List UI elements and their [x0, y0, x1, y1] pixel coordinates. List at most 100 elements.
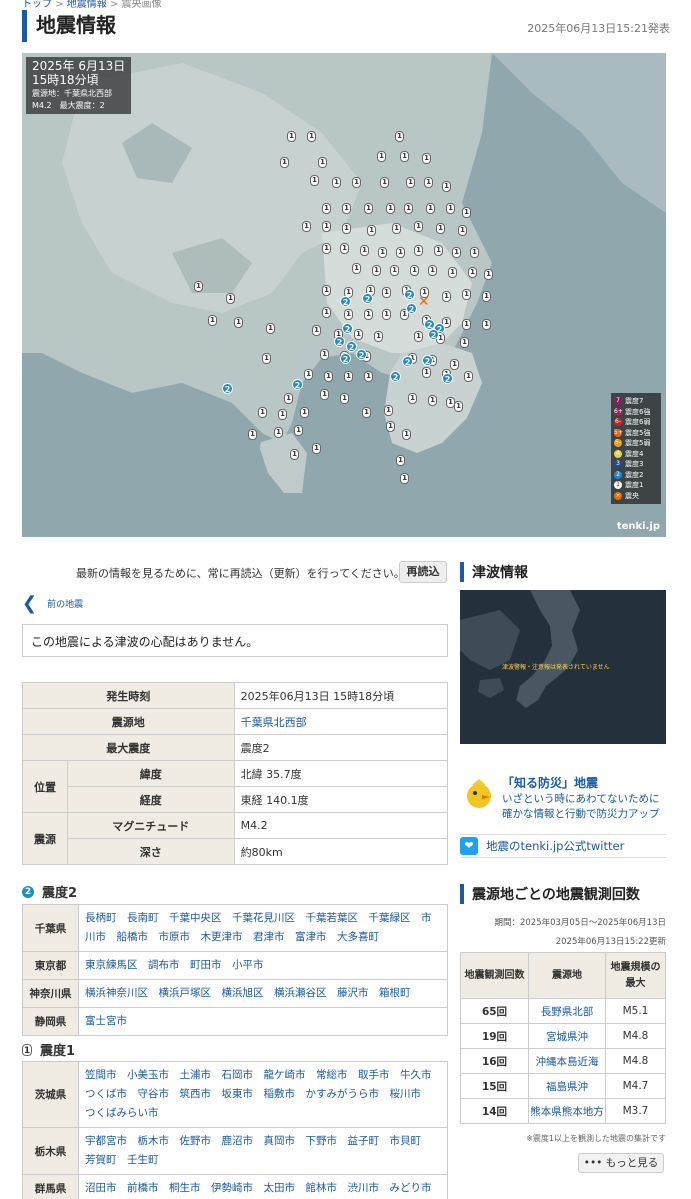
map-date: 2025年 6月13日	[32, 59, 126, 73]
place-link[interactable]: 熊本県熊本地方	[528, 1098, 606, 1124]
intensity-1-marker: 1	[458, 225, 467, 236]
depth-label: 深さ	[67, 838, 235, 865]
intensity-1-marker: 1	[468, 267, 477, 278]
col-max: 地震規模の最大	[605, 952, 666, 999]
pref-cities[interactable]: 沼田市 前橋市 桐生市 伊勢崎市 太田市 館林市 渋川市 みどり市	[78, 1174, 448, 1199]
table-row: 14回 熊本県熊本地方 M3.7	[460, 1098, 666, 1124]
intensity-1-marker: 1	[344, 309, 353, 320]
pref-cities[interactable]: 横浜神奈川区 横浜戸塚区 横浜旭区 横浜瀬谷区 藤沢市 箱根町	[78, 979, 448, 1008]
intensity-2-marker: 2	[402, 356, 413, 367]
intensity-1-marker: 1	[424, 177, 433, 188]
intensity-1-marker: 1	[262, 353, 271, 364]
table-row: 震源 マグニチュード M4.2	[22, 812, 449, 865]
dots-icon: •••	[583, 1157, 606, 1169]
intensity-1-marker: 1	[340, 243, 349, 254]
intensity-1-marker: 1	[386, 203, 395, 214]
intensity-2-marker: 2	[442, 373, 453, 384]
reload-button[interactable]: 再読込	[399, 561, 447, 583]
count-cell: 14回	[460, 1098, 529, 1124]
intensity-1-marker: 1	[386, 421, 395, 432]
intensity-1-marker: 1	[428, 265, 437, 276]
table-row: 栃木県 宇都宮市 栃木市 佐野市 鹿沼市 真岡市 下野市 益子町 市貝町 芳賀町…	[22, 1127, 448, 1175]
legend-label: 震度6強	[625, 407, 651, 416]
place-link[interactable]: 福島県沖	[528, 1073, 606, 1099]
counts-period: 期間：2025年03月05日～2025年06月13日	[494, 918, 666, 928]
intensity-1-marker: 1	[395, 131, 404, 142]
intensity-1-marker: 1	[382, 309, 391, 320]
intensity-1-marker: 1	[374, 331, 383, 342]
pref-cities[interactable]: 東京練馬区 調布市 町田市 小平市	[78, 951, 448, 980]
pref-name: 茨城県	[22, 1061, 79, 1128]
tsunami-heading: 津波情報	[460, 562, 528, 582]
epicenter-marker-icon: ✕	[418, 294, 430, 310]
breadcrumb-home[interactable]: トップ	[22, 0, 52, 10]
intensity-1-marker: 1	[414, 221, 423, 232]
intensity-1-marker: 1	[194, 281, 203, 292]
intensity-1-marker: 1	[284, 393, 293, 404]
pref-cities[interactable]: 長柄町 長南町 千葉中央区 千葉花見川区 千葉若葉区 千葉緑区 市川市 船橋市 …	[78, 904, 448, 952]
legend-item: 4 震度4	[614, 449, 658, 460]
legend-label: 震度3	[625, 460, 644, 469]
breadcrumb-parent[interactable]: 地震情報	[67, 0, 107, 10]
intensity-1-marker: 1	[258, 407, 267, 418]
intensity-1-marker: 1	[322, 307, 331, 318]
map-time: 15時18分頃	[32, 73, 99, 87]
intensity-1-marker: 1	[234, 317, 243, 328]
place-link[interactable]: 長野県北部	[528, 998, 606, 1024]
intensity-2-marker: 2	[340, 353, 351, 364]
row-label-time: 発生時刻	[22, 682, 235, 709]
legend-item: 5+ 震度5強	[614, 428, 658, 439]
map-epicenter-line: 震源地：千葉県北西部	[32, 89, 112, 98]
legend-swatch-icon: 2	[614, 470, 622, 479]
source-label: 震源	[22, 812, 68, 865]
intensity1-title: 震度1	[40, 1044, 76, 1059]
intensity-1-marker: 1	[294, 425, 303, 436]
intensity-1-marker: 1	[340, 393, 349, 404]
intensity-1-marker: 1	[362, 407, 371, 418]
intensity1-heading: 1 震度1	[22, 1040, 75, 1059]
pref-name: 静岡県	[22, 1007, 79, 1036]
table-row: 15回 福島県沖 M4.7	[460, 1073, 666, 1099]
table-row: 19回 宮城県沖 M4.8	[460, 1023, 666, 1049]
place-link[interactable]: 宮城県沖	[528, 1023, 606, 1049]
legend-label: 震央	[625, 491, 639, 500]
more-label: もっと見る	[605, 1157, 659, 1169]
intensity-1-marker: 1	[452, 247, 461, 258]
tenki-logo: tenki.jp	[616, 521, 660, 532]
legend-item: 5- 震度5弱	[614, 438, 658, 449]
place-link[interactable]: 沖縄本島近海	[528, 1048, 606, 1074]
pref-name: 群馬県	[22, 1174, 79, 1199]
pref-name: 東京都	[22, 951, 79, 980]
pref-name: 千葉県	[22, 904, 79, 952]
bousai-banner[interactable]: 「知る防災」地震 いざという時にあわてないために 確かな情報と行動で防災力アップ	[460, 772, 666, 824]
legend-swatch-icon: 5-	[614, 439, 622, 448]
legend-label: 震度1	[625, 481, 644, 490]
tsunami-map[interactable]: 津波警報・注意報は発表されていません	[460, 590, 666, 744]
intensity-1-marker: 1	[352, 263, 361, 274]
tsunami-map-message: 津波警報・注意報は発表されていません	[502, 664, 610, 671]
epicenter-link[interactable]: 千葉県北西部	[241, 716, 307, 729]
more-button[interactable]: ••• もっと見る	[578, 1153, 664, 1173]
prev-quake-link[interactable]: ❮ 前の地震	[22, 593, 83, 614]
intensity-1-marker: 1	[280, 157, 289, 168]
col-place: 震源地	[528, 952, 606, 999]
legend-item: 2 震度2	[614, 470, 658, 481]
legend-item: × 震央	[614, 491, 658, 502]
intensity-1-marker: 1	[290, 449, 299, 460]
legend-swatch-icon: 3	[614, 460, 622, 469]
magnitude-value: M4.2	[233, 812, 449, 839]
position-label: 位置	[22, 760, 68, 813]
map-magnitude-line: M4.2 最大震度：2	[32, 101, 105, 110]
intensity-1-marker: 1	[364, 309, 373, 320]
intensity-1-marker: 1	[364, 203, 373, 214]
intensity-1-marker: 1	[396, 455, 405, 466]
intensity-1-marker: 1	[442, 291, 451, 302]
row-label-epicenter: 震源地	[22, 708, 235, 735]
pref-name: 神奈川県	[22, 979, 79, 1008]
table-row: 発生時刻 2025年06月13日 15時18分頃	[22, 682, 449, 709]
twitter-link[interactable]: ❤ 地震のtenki.jp公式twitter	[460, 834, 666, 858]
count-cell: 16回	[460, 1048, 529, 1074]
pref-cities[interactable]: 笠間市 小美玉市 土浦市 石岡市 龍ケ崎市 常総市 取手市 牛久市 つくば市 守…	[78, 1061, 448, 1128]
pref-cities[interactable]: 富士宮市	[78, 1007, 448, 1036]
pref-cities[interactable]: 宇都宮市 栃木市 佐野市 鹿沼市 真岡市 下野市 益子町 市貝町 芳賀町 壬生町	[78, 1127, 448, 1175]
